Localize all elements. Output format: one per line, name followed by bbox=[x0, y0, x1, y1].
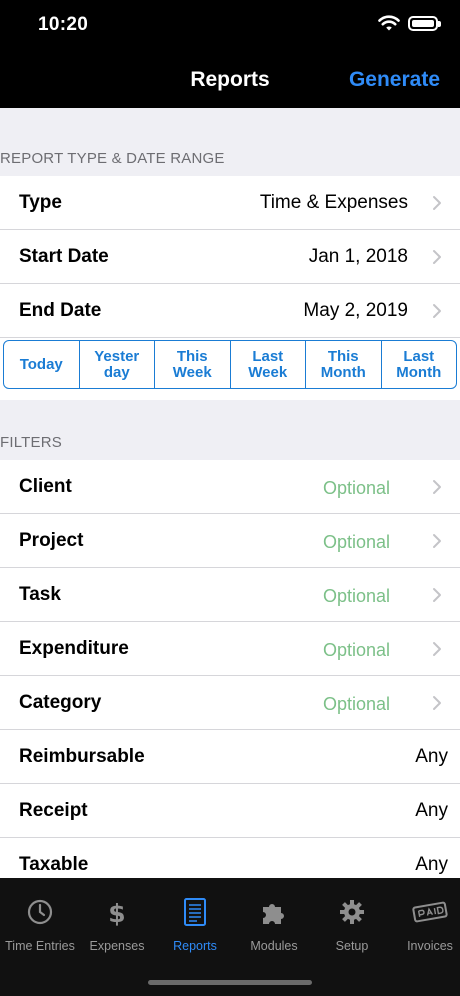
client-label: Client bbox=[19, 476, 72, 497]
clock-icon bbox=[27, 899, 53, 925]
taxable-value: Any bbox=[415, 854, 448, 875]
top-bar: 10:20 Reports Generate bbox=[0, 0, 460, 108]
tab-label: Modules bbox=[250, 939, 298, 953]
taxable-label: Taxable bbox=[19, 854, 89, 875]
start-date-label: Start Date bbox=[19, 246, 109, 267]
end-date-label: End Date bbox=[19, 300, 102, 321]
reimbursable-filter-row[interactable]: Reimbursable Any bbox=[0, 730, 460, 784]
tab-modules[interactable]: Modules bbox=[235, 878, 313, 960]
tab-setup[interactable]: Setup bbox=[313, 878, 391, 960]
receipt-filter-row[interactable]: Receipt Any bbox=[0, 784, 460, 838]
this-month-button[interactable]: This Month bbox=[306, 341, 382, 388]
chevron-right-icon bbox=[433, 696, 441, 710]
end-date-row[interactable]: End Date May 2, 2019 bbox=[0, 284, 460, 338]
report-icon bbox=[184, 898, 206, 926]
filters-group: Client Optional Project Optional Task Op… bbox=[0, 460, 460, 892]
reimbursable-value: Any bbox=[415, 746, 448, 767]
type-label: Type bbox=[19, 192, 62, 213]
tab-label: Invoices bbox=[407, 939, 453, 953]
last-week-button[interactable]: Last Week bbox=[231, 341, 306, 388]
chevron-right-icon bbox=[433, 196, 441, 210]
receipt-value: Any bbox=[415, 800, 448, 821]
chevron-right-icon bbox=[433, 588, 441, 602]
receipt-label: Receipt bbox=[19, 800, 88, 821]
task-value: Optional bbox=[322, 586, 390, 606]
battery-icon bbox=[408, 15, 441, 31]
tab-label: Setup bbox=[335, 939, 369, 953]
generate-button[interactable]: Generate bbox=[349, 68, 440, 92]
start-date-value: Jan 1, 2018 bbox=[308, 246, 408, 267]
paid-stamp-icon bbox=[412, 901, 448, 923]
category-value: Optional bbox=[322, 694, 390, 714]
this-week-button[interactable]: This Week bbox=[155, 341, 231, 388]
category-label: Category bbox=[19, 692, 102, 713]
task-filter-row[interactable]: Task Optional bbox=[0, 568, 460, 622]
reimbursable-label: Reimbursable bbox=[19, 746, 145, 767]
tab-label: Expenses bbox=[89, 939, 145, 953]
reports-screen: 10:20 Reports Generate REPORT TYPE & DAT… bbox=[0, 0, 460, 996]
quick-range-buttons: Today Yester day This Week Last Week Thi… bbox=[3, 340, 457, 389]
status-time: 10:20 bbox=[38, 14, 89, 35]
task-label: Task bbox=[19, 584, 61, 605]
tab-label: Time Entries bbox=[5, 939, 75, 953]
project-filter-row[interactable]: Project Optional bbox=[0, 514, 460, 568]
chevron-right-icon bbox=[433, 480, 441, 494]
client-value: Optional bbox=[322, 478, 390, 498]
home-indicator bbox=[148, 980, 312, 985]
gear-icon bbox=[340, 900, 364, 924]
tab-time-entries[interactable]: Time Entries bbox=[1, 878, 79, 960]
start-date-row[interactable]: Start Date Jan 1, 2018 bbox=[0, 230, 460, 284]
status-icons bbox=[378, 14, 441, 32]
tab-label: Reports bbox=[173, 939, 217, 953]
svg-text:$: $ bbox=[108, 899, 125, 926]
last-month-button[interactable]: Last Month bbox=[382, 341, 457, 388]
puzzle-icon bbox=[263, 904, 284, 924]
expenditure-filter-row[interactable]: Expenditure Optional bbox=[0, 622, 460, 676]
chevron-right-icon bbox=[433, 304, 441, 318]
dollar-icon: $ bbox=[108, 899, 125, 926]
expenditure-label: Expenditure bbox=[19, 638, 129, 659]
filters-section-header: FILTERS bbox=[0, 434, 62, 451]
report-section-header: REPORT TYPE & DATE RANGE bbox=[0, 150, 225, 167]
chevron-right-icon bbox=[433, 534, 441, 548]
type-row[interactable]: Type Time & Expenses bbox=[0, 176, 460, 230]
today-button[interactable]: Today bbox=[4, 341, 80, 388]
chevron-right-icon bbox=[433, 250, 441, 264]
expenditure-value: Optional bbox=[322, 640, 390, 660]
type-value: Time & Expenses bbox=[259, 192, 408, 213]
client-filter-row[interactable]: Client Optional bbox=[0, 460, 460, 514]
tab-expenses[interactable]: $ Expenses bbox=[78, 878, 156, 960]
category-filter-row[interactable]: Category Optional bbox=[0, 676, 460, 730]
project-value: Optional bbox=[322, 532, 390, 552]
yesterday-button[interactable]: Yester day bbox=[80, 341, 155, 388]
wifi-icon bbox=[378, 15, 400, 31]
project-label: Project bbox=[19, 530, 84, 551]
tab-reports[interactable]: Reports bbox=[156, 878, 234, 960]
end-date-value: May 2, 2019 bbox=[303, 300, 408, 321]
tab-bar: Time Entries $ Expenses Reports Modules bbox=[0, 878, 460, 996]
tab-invoices[interactable]: Invoices bbox=[391, 878, 460, 960]
chevron-right-icon bbox=[433, 642, 441, 656]
